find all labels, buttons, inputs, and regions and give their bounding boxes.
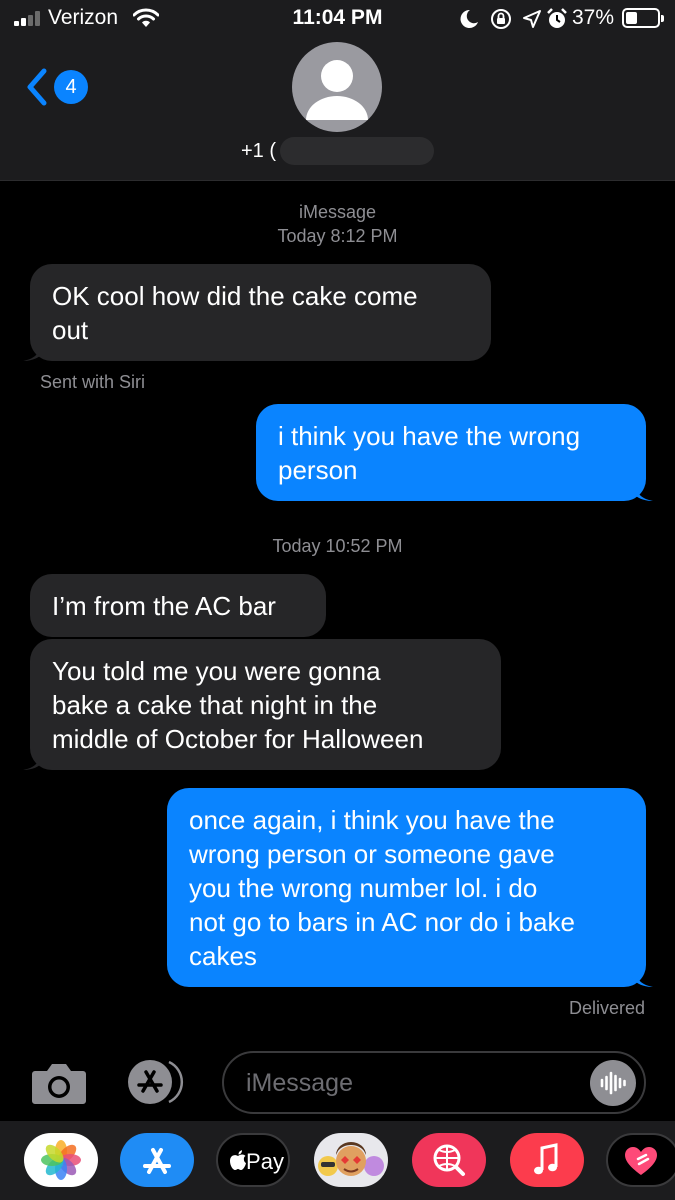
unread-count-badge: 4 [54,70,88,104]
incoming-message[interactable]: You told me you were gonna bake a cake t… [23,639,501,770]
bubble-tail [23,750,45,770]
waveform-icon [600,1071,626,1095]
imessage-app-drawer: Pay [0,1121,675,1200]
timestamp: Today 10:52 PM [272,536,403,556]
rotation-lock-icon [491,9,511,29]
apple-pay-label: Pay [246,1149,284,1174]
bubble-tail [631,967,653,987]
location-icon [523,10,541,28]
apple-pay-app-button[interactable]: Pay [216,1133,290,1187]
memoji-app-button[interactable] [314,1133,388,1187]
message-text: i think you have the wrong person [278,420,581,485]
audio-message-button[interactable] [590,1060,636,1106]
message-input[interactable]: iMessage [222,1051,646,1114]
message-text: I’m from the AC bar [52,590,276,621]
camera-icon [32,1064,86,1104]
moon-icon [460,9,478,28]
app-store-logo-icon [143,1148,171,1174]
photos-app-button[interactable] [24,1133,98,1187]
memoji-icon [318,1142,384,1176]
heart-touch-icon [625,1147,657,1175]
alarm-icon [547,8,567,28]
back-button[interactable]: 4 [26,66,96,106]
message-text: You told me you were gonna bake a cake t… [52,655,424,754]
delivered-status: Delivered [568,998,645,1018]
redacted-number [280,137,434,165]
app-store-drawer-button[interactable] [124,1058,190,1106]
sent-with-siri-note: Sent with Siri [40,372,146,392]
bubble-tail [23,341,45,361]
status-bar: Verizon 11:04 PM 37% [0,0,675,38]
contact-number[interactable]: +1 ( [241,140,276,163]
message-input-placeholder: iMessage [246,1069,353,1097]
contact-avatar[interactable] [292,42,382,132]
chevron-left-icon [27,68,47,106]
photos-icon [41,1140,81,1180]
service-label: iMessage [298,202,377,222]
camera-button[interactable] [31,1061,87,1105]
battery-icon [622,8,664,28]
web-search-app-button[interactable] [412,1133,486,1187]
person-silhouette-icon [306,60,368,120]
timestamp: Today 8:12 PM [277,226,398,246]
music-note-icon [534,1143,558,1175]
digital-touch-app-button[interactable] [606,1133,675,1187]
globe-search-icon [433,1144,465,1176]
battery-percent: 37% [572,6,615,29]
incoming-message[interactable]: OK cool how did the cake come out [23,264,491,361]
app-store-app-button[interactable] [120,1133,194,1187]
conversation-header: 4 +1 ( [0,38,675,181]
outgoing-message[interactable]: once again, i think you have the wrong p… [167,788,653,987]
music-app-button[interactable] [510,1133,584,1187]
message-text: once again, i think you have the wrong p… [189,804,575,971]
incoming-message[interactable]: I’m from the AC bar [30,574,326,637]
bubble-tail [631,481,653,501]
outgoing-message[interactable]: i think you have the wrong person [256,404,653,501]
message-text: OK cool how did the cake come out [52,280,418,345]
app-store-icon [128,1060,184,1104]
